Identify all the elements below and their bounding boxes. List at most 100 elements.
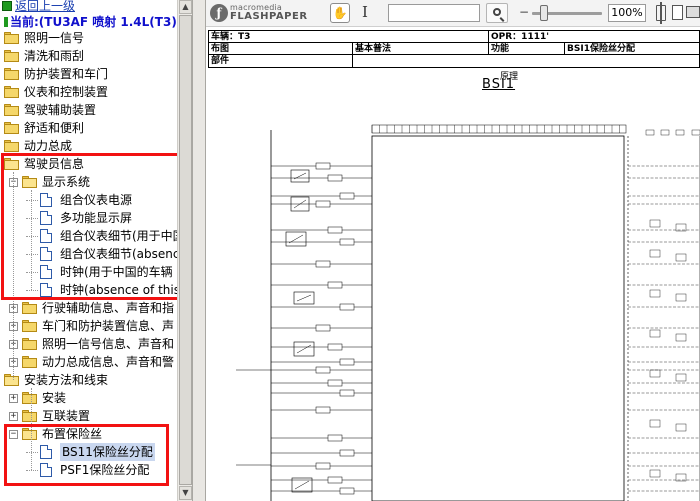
document-icon (40, 265, 52, 279)
fuse-symbol (315, 200, 331, 208)
tree-connector (26, 200, 38, 201)
tree-item[interactable]: 时钟(用于中国的车辆 ≡ (0, 263, 187, 281)
tree-connector (13, 172, 14, 380)
tree-connector (26, 470, 38, 471)
tree-item[interactable]: 照明一信号 (0, 29, 176, 47)
connector-pin (645, 129, 655, 136)
back-link[interactable]: 返回上一级 (2, 0, 75, 13)
tree-connector (26, 290, 38, 291)
tree-item[interactable]: PSF1保险丝分配 (0, 461, 176, 479)
current-vehicle-title: 当前:(TU3AF 喷射 1.4L(T3) (4, 13, 177, 30)
terminal-box (649, 219, 661, 228)
tree-item-label: PSF1保险丝分配 (60, 463, 150, 477)
scroll-down-arrow-icon[interactable]: ▼ (179, 486, 192, 500)
folder-icon (4, 32, 19, 44)
basic-cell: 基本普法 (353, 43, 489, 55)
tree-item[interactable]: + 照明一信号信息、声音和 (0, 335, 176, 353)
fuse-symbol (327, 434, 343, 442)
terminal-box (649, 249, 661, 258)
fit-width-icon[interactable] (656, 2, 666, 24)
tree-item-label: 驾驶辅助装置 (24, 103, 97, 117)
tree-item[interactable]: 组合仪表电源 (0, 191, 176, 209)
terminal-box (649, 369, 661, 378)
relay-switch (296, 344, 312, 354)
tree-item[interactable]: 驾驶员信息 (0, 155, 176, 173)
tree-item-label: 车门和防护装置信息、声 (42, 319, 175, 333)
zoom-slider-thumb[interactable] (540, 5, 548, 21)
opr-cell: OPR：1111' (489, 31, 700, 43)
search-input[interactable] (388, 4, 480, 22)
tree-item[interactable]: 组合仪表细节(absence (0, 245, 187, 263)
tree-item[interactable]: 仪表和控制装置 (0, 83, 176, 101)
text-select-button[interactable]: I (358, 3, 372, 23)
tree-connector (26, 254, 38, 255)
tree-item-label: 防护装置和车门 (24, 67, 109, 81)
tree-item[interactable]: + 互联装置 (0, 407, 176, 425)
tree-item-label: 组合仪表电源 (60, 193, 133, 207)
folder-icon (22, 302, 37, 314)
connector-pin (675, 129, 685, 136)
folder-icon (4, 122, 19, 134)
tree-item[interactable]: + 动力总成信息、声音和警 (0, 353, 176, 371)
tree-connector (26, 218, 38, 219)
tree-item[interactable]: 防护装置和车门 (0, 65, 176, 83)
tree-item[interactable]: 动力总成 (0, 137, 176, 155)
document-header-table: 车辆：T3 OPR：1111' 布图 基本普法 功能 BSI1保险丝分配 部件 (208, 30, 700, 68)
fuse-symbol (339, 487, 355, 495)
tree-item-label: 清洗和雨刮 (24, 49, 85, 63)
tree-item[interactable]: + 行驶辅助信息、声音和指 (0, 299, 176, 317)
tree-item-label: 动力总成 (24, 139, 73, 153)
tree-item[interactable]: 清洗和雨刮 (0, 47, 176, 65)
scroll-up-arrow-icon[interactable]: ▲ (179, 0, 192, 14)
logo-brand-bottom: FLASHPAPER (230, 11, 308, 22)
tree-item[interactable]: 安装方法和线束 (0, 371, 176, 389)
panel-splitter[interactable] (192, 0, 206, 501)
search-button[interactable] (486, 3, 508, 23)
scroll-thumb[interactable] (179, 15, 192, 485)
flashpaper-logo-icon: ƒ (210, 4, 228, 22)
terminal-box (675, 333, 687, 342)
tree-item[interactable]: 时钟(absence of this (0, 281, 180, 299)
tree-item[interactable]: 驾驶辅助装置 (0, 101, 176, 119)
tree-item[interactable]: − 显示系统 (0, 173, 176, 191)
fuse-symbol (339, 358, 355, 366)
folder-icon (4, 104, 19, 116)
fuse-symbol (315, 366, 331, 374)
document-viewer: ƒ macromedia FLASHPAPER ✋ I − 100% 车辆：T3… (206, 0, 700, 501)
print-icon[interactable] (686, 6, 700, 18)
fuse-symbol (327, 174, 343, 182)
zoom-level-field[interactable]: 100% (608, 4, 646, 22)
tree-item-label: 时钟(用于中国的车辆 ≡ (60, 265, 187, 279)
tree-connector (26, 452, 38, 453)
function-label-cell: 功能 (489, 43, 565, 55)
fuse-symbol (339, 238, 355, 246)
tree-item[interactable]: 舒适和便利 (0, 119, 176, 137)
tree-item-label: 动力总成信息、声音和警 (42, 355, 175, 369)
page-icon[interactable] (672, 5, 683, 20)
terminal-box (649, 469, 661, 478)
expand-icon[interactable]: + (9, 412, 18, 421)
tree-item[interactable]: 组合仪表细节(用于中国 (0, 227, 185, 245)
tree-item[interactable]: BS11保险丝分配 (0, 443, 176, 461)
collapse-icon[interactable]: − (9, 430, 18, 439)
terminal-box (675, 293, 687, 302)
tree-connector (26, 236, 38, 237)
fuse-symbol (327, 476, 343, 484)
wiring-diagram[interactable] (206, 70, 700, 501)
fuse-symbol (327, 226, 343, 234)
zoom-minus-icon[interactable]: − (518, 6, 530, 19)
tree-item[interactable]: + 车门和防护装置信息、声 (0, 317, 176, 335)
document-icon (40, 445, 52, 459)
tree-scrollbar[interactable]: ▲ ▼ (177, 0, 192, 501)
relay-switch (296, 294, 312, 302)
terminal-box (675, 423, 687, 432)
hand-tool-button[interactable]: ✋ (330, 3, 350, 23)
expand-icon[interactable]: + (9, 394, 18, 403)
tree-item[interactable]: − 布置保险丝 (0, 425, 176, 443)
tree-item-label: 驾驶员信息 (24, 157, 85, 171)
tree-item-label: 照明一信号 (24, 31, 85, 45)
tree-item[interactable]: + 安装 (0, 389, 176, 407)
tree-item[interactable]: 多功能显示屏 (0, 209, 176, 227)
folder-icon (22, 392, 37, 404)
tree-item-label: 显示系统 (42, 175, 91, 189)
